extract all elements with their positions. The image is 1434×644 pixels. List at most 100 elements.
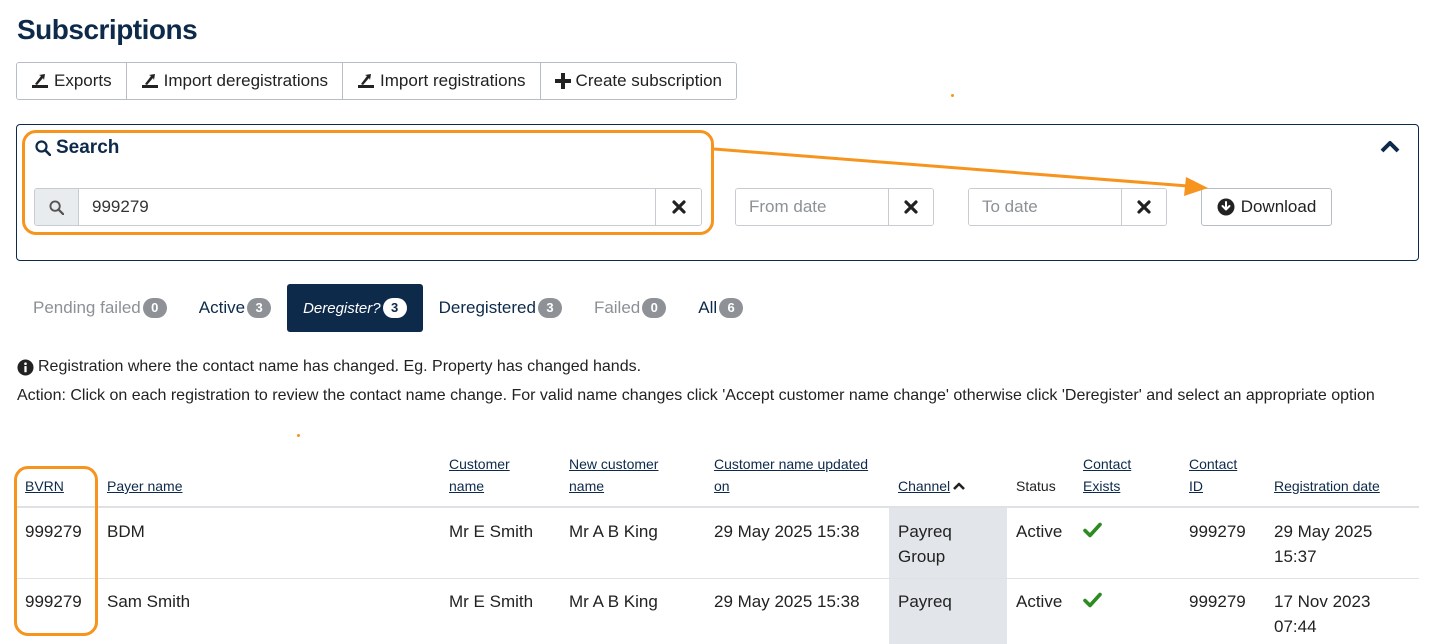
- header-line: Exists: [1083, 478, 1121, 494]
- header-line: ID: [1189, 478, 1203, 494]
- to-date-group: [968, 188, 1167, 226]
- annotation-dot: [951, 94, 954, 97]
- search-icon: [35, 189, 79, 225]
- check-icon: [1083, 592, 1102, 608]
- create-subscription-label: Create subscription: [575, 71, 723, 90]
- cell-channel: Payreq Group: [898, 519, 952, 569]
- to-date-input[interactable]: [969, 189, 1121, 225]
- import-icon: [358, 74, 375, 88]
- search-icon: [35, 140, 51, 156]
- header-line: Contact: [1189, 456, 1238, 472]
- cell-bvrn: 999279: [25, 522, 82, 541]
- exports-label: Exports: [54, 71, 112, 90]
- header-line: New customer: [569, 456, 659, 472]
- create-subscription-button[interactable]: Create subscription: [540, 63, 737, 99]
- search-input[interactable]: [79, 189, 655, 225]
- cell-status: Active: [1016, 522, 1063, 541]
- cell-registration-date: 17 Nov 2023 07:44: [1274, 589, 1370, 639]
- tab-label: Deregistered: [438, 298, 536, 317]
- clear-from-date-button[interactable]: [888, 189, 933, 225]
- tab-failed[interactable]: Failed 0: [578, 284, 682, 332]
- cell-updated-on: 29 May 2025 15:38: [714, 592, 860, 611]
- search-input-group: [34, 188, 702, 226]
- cell-contact-id: 999279: [1189, 522, 1246, 541]
- cell-line: 29 May 2025: [1274, 522, 1373, 541]
- export-icon: [32, 74, 48, 88]
- cell-line: Payreq: [898, 522, 952, 541]
- tab-deregistered[interactable]: Deregistered 3: [423, 284, 578, 332]
- header-payer-name[interactable]: Payer name: [107, 475, 182, 497]
- chevron-up-icon[interactable]: [1380, 139, 1400, 158]
- close-icon: [671, 200, 686, 214]
- header-channel-label: Channel: [898, 478, 951, 494]
- cell-new-customer-name: Mr A B King: [569, 592, 658, 611]
- subscriptions-toolbar: Exports Import deregistrations Import re…: [16, 62, 738, 100]
- search-panel-header: Search: [35, 137, 119, 159]
- header-customer-name-updated-on[interactable]: Customer name updated on: [714, 453, 868, 497]
- tab-count-badge: 0: [142, 298, 167, 318]
- import-icon: [141, 74, 158, 88]
- info-icon: [17, 358, 34, 376]
- header-line: name: [569, 478, 605, 494]
- tab-count-badge: 3: [537, 298, 562, 318]
- header-contact-exists[interactable]: Contact Exists: [1083, 453, 1131, 497]
- import-deregistrations-button[interactable]: Import deregistrations: [126, 63, 344, 99]
- status-tabs: Pending failed 0 Active 3 Deregister? 3 …: [17, 284, 759, 332]
- cell-registration-date: 29 May 2025 15:37: [1274, 519, 1372, 569]
- tab-all[interactable]: All 6: [682, 284, 759, 332]
- tab-label: Deregister?: [303, 299, 381, 317]
- cell-line: 17 Nov 2023: [1274, 592, 1371, 611]
- header-line: Customer: [449, 456, 510, 472]
- header-bvrn[interactable]: BVRN: [25, 475, 64, 497]
- cell-payer-name: BDM: [107, 522, 145, 541]
- page-title: Subscriptions: [17, 14, 198, 45]
- from-date-input[interactable]: [736, 189, 888, 225]
- cell-customer-name: Mr E Smith: [449, 592, 534, 611]
- cell-contact-id: 999279: [1189, 592, 1246, 611]
- header-customer-name[interactable]: Customer name: [449, 453, 510, 497]
- download-button[interactable]: Download: [1201, 188, 1332, 226]
- tab-deregister[interactable]: Deregister? 3: [287, 284, 423, 332]
- import-deregistrations-label: Import deregistrations: [163, 71, 329, 90]
- tab-label: All: [698, 298, 718, 317]
- header-line: name: [449, 478, 485, 494]
- action-instructions: Action: Click on each registration to re…: [17, 387, 1375, 404]
- import-registrations-button[interactable]: Import registrations: [343, 63, 541, 99]
- info-message: Registration where the contact name has …: [17, 358, 641, 376]
- info-text: Registration where the contact name has …: [38, 358, 642, 375]
- tab-label: Pending failed: [33, 298, 141, 317]
- header-line: Contact: [1083, 456, 1132, 472]
- close-icon: [904, 200, 918, 214]
- cell-bvrn: 999279: [25, 592, 82, 611]
- import-registrations-label: Import registrations: [380, 71, 526, 90]
- clear-to-date-button[interactable]: [1121, 189, 1166, 225]
- sort-ascending-icon: [953, 482, 966, 490]
- cell-line: Group: [898, 547, 946, 566]
- header-channel[interactable]: Channel: [898, 475, 966, 497]
- search-title: Search: [56, 137, 120, 158]
- tab-count-badge: 0: [642, 298, 667, 318]
- tab-pending-failed[interactable]: Pending failed 0: [17, 284, 183, 332]
- cell-line: 07:44: [1274, 617, 1317, 636]
- row-divider: [16, 578, 1419, 579]
- header-line: on: [714, 478, 730, 494]
- cell-new-customer-name: Mr A B King: [569, 522, 658, 541]
- header-status: Status: [1016, 478, 1056, 494]
- exports-button[interactable]: Exports: [17, 63, 127, 99]
- header-line: Customer name updated: [714, 456, 869, 472]
- tab-active[interactable]: Active 3: [183, 284, 287, 332]
- plus-icon: [554, 73, 571, 89]
- header-new-customer-name[interactable]: New customer name: [569, 453, 658, 497]
- tab-count-badge: 6: [719, 298, 744, 318]
- header-contact-id[interactable]: Contact ID: [1189, 453, 1237, 497]
- cell-payer-name: Sam Smith: [107, 592, 191, 611]
- cell-channel: Payreq: [898, 589, 952, 614]
- close-icon: [1137, 200, 1151, 214]
- tab-count-badge: 3: [247, 298, 272, 318]
- tab-label: Failed: [593, 298, 641, 317]
- header-registration-date[interactable]: Registration date: [1274, 475, 1380, 497]
- cell-line: Payreq: [898, 592, 952, 611]
- download-label: Download: [1240, 197, 1317, 216]
- clear-search-button[interactable]: [655, 189, 701, 225]
- cell-customer-name: Mr E Smith: [449, 522, 534, 541]
